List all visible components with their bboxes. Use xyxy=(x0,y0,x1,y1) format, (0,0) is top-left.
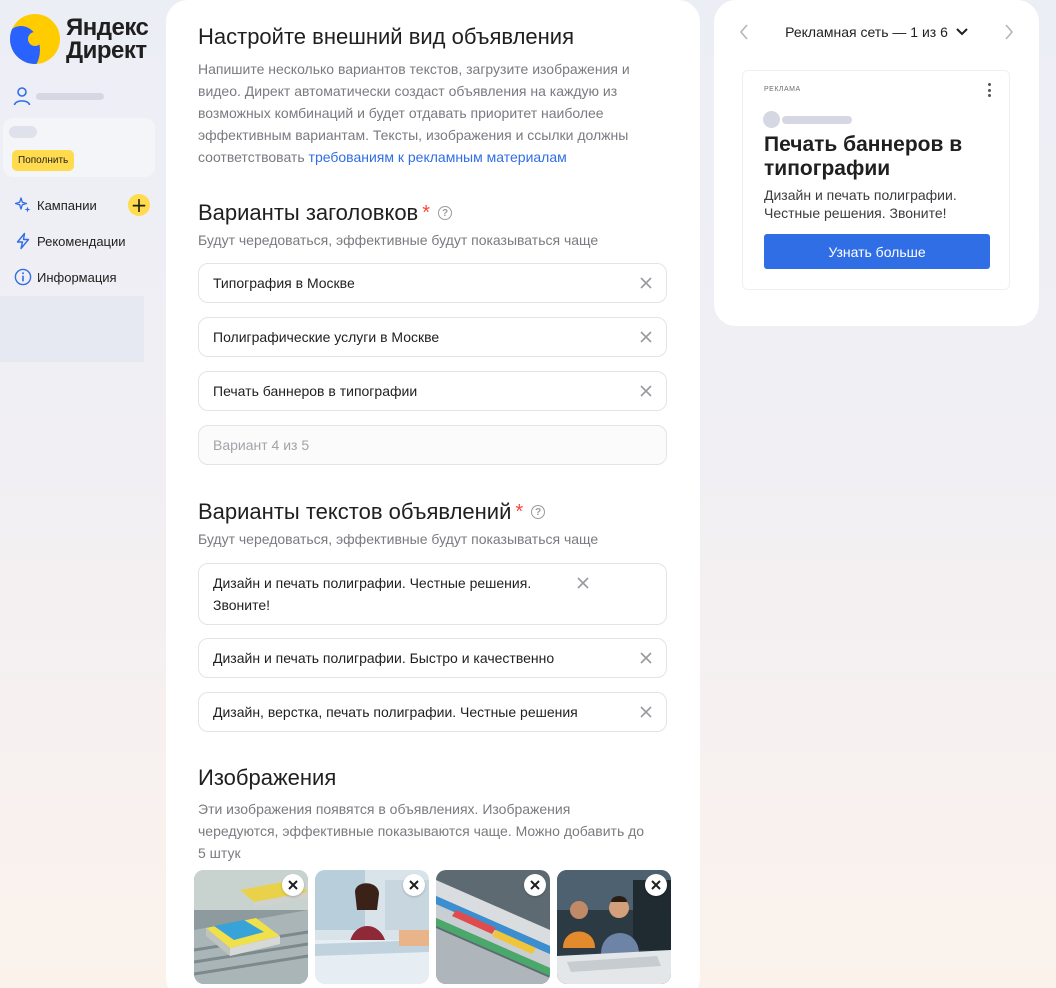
required-mark: * xyxy=(515,500,524,523)
sidebar-item-label: Информация xyxy=(37,269,117,285)
ad-cta-button[interactable]: Узнать больше xyxy=(764,234,990,269)
required-mark: * xyxy=(422,201,431,224)
image-gallery xyxy=(194,870,671,984)
requirements-link[interactable]: требованиям к рекламным материалам xyxy=(309,149,567,165)
ad-text-field[interactable]: Дизайн и печать полиграфии. Честные реше… xyxy=(198,563,667,625)
user-account[interactable] xyxy=(12,86,104,106)
add-campaign-button[interactable]: + xyxy=(128,194,150,216)
clear-icon[interactable] xyxy=(626,318,666,356)
texts-section-title: Варианты текстов объявлений * ? xyxy=(198,499,546,525)
images-section-title: Изображения xyxy=(198,765,337,790)
advertiser-avatar xyxy=(763,111,780,128)
clear-icon[interactable] xyxy=(626,264,666,302)
info-icon xyxy=(14,268,32,286)
image-thumbnail[interactable] xyxy=(315,870,429,984)
preview-navigation: Рекламная сеть — 1 из 6 xyxy=(714,20,1039,44)
image-thumbnail[interactable] xyxy=(194,870,308,984)
user-icon xyxy=(13,87,31,106)
ad-preview-panel: Рекламная сеть — 1 из 6 РЕКЛАМА Печать б… xyxy=(714,0,1039,326)
topup-button[interactable]: Пополнить xyxy=(12,150,75,171)
balance-card: Пополнить xyxy=(3,118,155,177)
sidebar-item-label: Кампании xyxy=(37,197,97,213)
headline-value: Полиграфические услуги в Москве xyxy=(213,329,440,345)
logo-icon xyxy=(10,14,60,64)
remove-image-icon[interactable] xyxy=(645,874,667,896)
chevron-right-icon[interactable] xyxy=(997,20,1021,44)
headlines-section-title: Варианты заголовков * ? xyxy=(198,200,453,226)
sidebar-placeholder-panel xyxy=(0,296,144,362)
ad-text: Дизайн и печать полиграфии. Честные реше… xyxy=(764,187,957,221)
logo-line-1: Яндекс xyxy=(66,14,149,41)
ad-label: РЕКЛАМА xyxy=(764,86,801,93)
headline-input-empty[interactable]: Вариант 4 из 5 xyxy=(198,425,667,465)
clear-icon[interactable] xyxy=(626,372,666,410)
ad-text-field[interactable]: Дизайн и печать полиграфии. Быстро и кач… xyxy=(198,638,667,678)
headline-placeholder: Вариант 4 из 5 xyxy=(213,437,310,453)
clear-icon[interactable] xyxy=(563,572,603,594)
sidebar: Яндекс Директ Пополнить Кампании + Реком… xyxy=(0,0,158,988)
headline-field[interactable]: Полиграфические услуги в Москве xyxy=(198,317,667,357)
ad-preview-card: РЕКЛАМА Печать баннеров в типографии Диз… xyxy=(742,70,1010,290)
ad-text-value: Дизайн и печать полиграфии. Честные реше… xyxy=(213,575,532,613)
help-icon[interactable]: ? xyxy=(438,206,453,220)
yandex-direct-logo[interactable]: Яндекс Директ xyxy=(10,14,149,64)
intro-text: Напишите несколько вариантов текстов, за… xyxy=(198,61,630,165)
ad-text-value: Дизайн и печать полиграфии. Быстро и кач… xyxy=(213,650,555,666)
sidebar-item-recommendations[interactable]: Рекомендации xyxy=(14,232,126,250)
chevron-down-icon xyxy=(956,28,968,36)
headline-value: Печать баннеров в типографии xyxy=(213,383,418,399)
placement-select-value: Рекламная сеть — 1 из 6 xyxy=(785,24,948,40)
lightning-icon xyxy=(14,232,32,250)
page-title: Настройте внешний вид объявления xyxy=(198,24,574,49)
placement-select[interactable]: Рекламная сеть — 1 из 6 xyxy=(785,24,968,40)
ad-settings-panel: Настройте внешний вид объявления Напишит… xyxy=(166,0,700,988)
sidebar-item-campaigns[interactable]: Кампании xyxy=(14,196,97,214)
chevron-left-icon[interactable] xyxy=(732,20,756,44)
sidebar-item-label: Рекомендации xyxy=(37,233,126,249)
help-icon[interactable]: ? xyxy=(531,505,546,519)
user-name-placeholder xyxy=(36,92,104,100)
clear-icon[interactable] xyxy=(626,639,666,677)
balance-placeholder xyxy=(9,126,37,138)
image-thumbnail[interactable] xyxy=(557,870,671,984)
remove-image-icon[interactable] xyxy=(524,874,546,896)
ad-text-field[interactable]: Дизайн, верстка, печать полиграфии. Чест… xyxy=(198,692,667,732)
clear-icon[interactable] xyxy=(626,693,666,731)
logo-line-2: Директ xyxy=(66,37,147,64)
more-vertical-icon[interactable] xyxy=(983,81,995,99)
advertiser-name-placeholder xyxy=(782,116,852,124)
headline-field[interactable]: Типография в Москве xyxy=(198,263,667,303)
images-subtitle: Эти изображения появятся в объявлениях. … xyxy=(198,801,645,861)
remove-image-icon[interactable] xyxy=(403,874,425,896)
ad-title: Печать баннеров в типографии xyxy=(764,133,963,180)
headlines-subtitle: Будут чередоваться, эффективные будут по… xyxy=(198,232,599,248)
headline-value: Типография в Москве xyxy=(213,275,355,291)
texts-subtitle: Будут чередоваться, эффективные будут по… xyxy=(198,531,599,547)
sidebar-item-info[interactable]: Информация xyxy=(14,268,117,286)
sparkle-icon xyxy=(14,196,32,214)
remove-image-icon[interactable] xyxy=(282,874,304,896)
image-thumbnail[interactable] xyxy=(436,870,550,984)
ad-text-value: Дизайн, верстка, печать полиграфии. Чест… xyxy=(213,704,578,720)
headline-field[interactable]: Печать баннеров в типографии xyxy=(198,371,667,411)
